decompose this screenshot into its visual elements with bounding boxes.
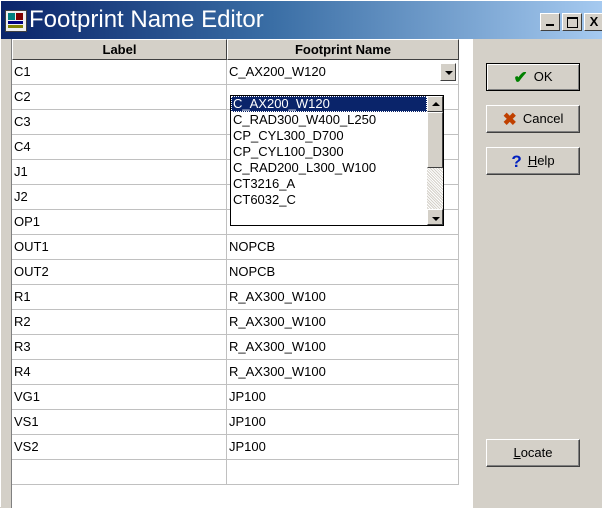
- dropdown-items: C_AX200_W120 C_RAD300_W400_L250 CP_CYL300_…: [231, 96, 427, 225]
- table-row[interactable]: VS1 JP100: [12, 410, 459, 435]
- table-row[interactable]: R1 R_AX300_W100: [12, 285, 459, 310]
- cell-label[interactable]: R4: [12, 360, 227, 385]
- dropdown-option[interactable]: CP_CYL300_D700: [231, 128, 427, 144]
- table-row[interactable]: OUT2 NOPCB: [12, 260, 459, 285]
- table-row[interactable]: OUT1 NOPCB: [12, 235, 459, 260]
- arrow-down-icon: [432, 217, 440, 221]
- help-mnemonic: H: [527, 153, 538, 168]
- cell-label[interactable]: C3: [12, 110, 227, 135]
- locate-label-rest: ocate: [520, 445, 553, 460]
- maximize-button[interactable]: [562, 13, 582, 31]
- grid-header: Label Footprint Name: [12, 39, 473, 60]
- maximize-icon: [566, 17, 578, 28]
- table-row[interactable]: [12, 460, 459, 485]
- cell-footprint-name[interactable]: R_AX300_W100: [227, 310, 459, 335]
- table-row[interactable]: R2 R_AX300_W100: [12, 310, 459, 335]
- arrow-up-icon: [432, 102, 440, 106]
- cell-label[interactable]: J1: [12, 160, 227, 185]
- question-icon: ?: [511, 151, 522, 171]
- table-row[interactable]: R3 R_AX300_W100: [12, 335, 459, 360]
- ok-label: OK: [533, 69, 553, 84]
- app-icon[interactable]: [5, 10, 27, 32]
- checkmark-icon: ✔: [513, 67, 528, 87]
- cell-label[interactable]: [12, 460, 227, 485]
- cell-label[interactable]: OP1: [12, 210, 227, 235]
- cell-footprint-name[interactable]: NOPCB: [227, 235, 459, 260]
- chevron-down-icon: [445, 71, 453, 75]
- cell-footprint-name[interactable]: R_AX300_W100: [227, 285, 459, 310]
- cell-footprint-name[interactable]: NOPCB: [227, 260, 459, 285]
- cell-label[interactable]: VS1: [12, 410, 227, 435]
- combo-dropdown-button[interactable]: [440, 63, 456, 81]
- footprint-name-editor-window: Footprint Name Editor X Label Footprint …: [0, 0, 602, 508]
- x-icon: ✖: [502, 109, 517, 129]
- dropdown-scrollbar[interactable]: [427, 96, 443, 225]
- table-row[interactable]: R4 R_AX300_W100: [12, 360, 459, 385]
- close-button[interactable]: X: [584, 13, 602, 31]
- cell-label[interactable]: VG1: [12, 385, 227, 410]
- cell-label[interactable]: R2: [12, 310, 227, 335]
- dropdown-option[interactable]: CT3216_A: [231, 176, 427, 192]
- dropdown-option[interactable]: CT6032_C: [231, 192, 427, 208]
- locate-mnemonic: L: [513, 445, 521, 460]
- column-header-footprint-name[interactable]: Footprint Name: [227, 39, 459, 60]
- close-icon: X: [589, 14, 599, 29]
- scroll-up-button[interactable]: [427, 96, 443, 112]
- ok-button[interactable]: ✔ OK: [486, 63, 580, 91]
- cell-footprint-name[interactable]: R_AX300_W100: [227, 360, 459, 385]
- cell-label[interactable]: R3: [12, 335, 227, 360]
- table-row[interactable]: C1 C_AX200_W120: [12, 60, 459, 85]
- footprint-dropdown-list[interactable]: C_AX200_W120 C_RAD300_W400_L250 CP_CYL300_…: [230, 95, 444, 226]
- cell-footprint-name[interactable]: R_AX300_W100: [227, 335, 459, 360]
- cancel-label: Cancel: [522, 111, 564, 126]
- cell-label[interactable]: J2: [12, 185, 227, 210]
- cell-label[interactable]: R1: [12, 285, 227, 310]
- title-bar[interactable]: Footprint Name Editor X: [1, 1, 602, 39]
- cell-label[interactable]: VS2: [12, 435, 227, 460]
- scroll-thumb[interactable]: [427, 112, 443, 168]
- dropdown-option[interactable]: C_RAD200_L300_W100: [231, 160, 427, 176]
- dropdown-option[interactable]: C_RAD300_W400_L250: [231, 112, 427, 128]
- table-row[interactable]: VS2 JP100: [12, 435, 459, 460]
- table-row[interactable]: VG1 JP100: [12, 385, 459, 410]
- minimize-button[interactable]: [540, 13, 560, 31]
- cell-label[interactable]: C1: [12, 60, 227, 85]
- cell-footprint-name[interactable]: [227, 460, 459, 485]
- cell-footprint-name[interactable]: C_AX200_W120: [227, 60, 459, 85]
- dropdown-option[interactable]: CP_CYL100_D300: [231, 144, 427, 160]
- cell-footprint-name[interactable]: JP100: [227, 435, 459, 460]
- cell-footprint-name[interactable]: JP100: [227, 385, 459, 410]
- cancel-button[interactable]: ✖ Cancel: [486, 105, 580, 133]
- dropdown-option[interactable]: C_AX200_W120: [231, 96, 427, 112]
- cell-label[interactable]: OUT1: [12, 235, 227, 260]
- locate-button[interactable]: Locate: [486, 439, 580, 467]
- cell-footprint-name[interactable]: JP100: [227, 410, 459, 435]
- minimize-icon: [546, 24, 554, 26]
- column-header-label[interactable]: Label: [12, 39, 227, 60]
- cell-label[interactable]: OUT2: [12, 260, 227, 285]
- help-button[interactable]: ? Help: [486, 147, 580, 175]
- cell-label[interactable]: C4: [12, 135, 227, 160]
- help-label-rest: elp: [537, 153, 555, 168]
- scroll-down-button[interactable]: [427, 209, 443, 225]
- window-title: Footprint Name Editor: [29, 6, 264, 33]
- cell-label[interactable]: C2: [12, 85, 227, 110]
